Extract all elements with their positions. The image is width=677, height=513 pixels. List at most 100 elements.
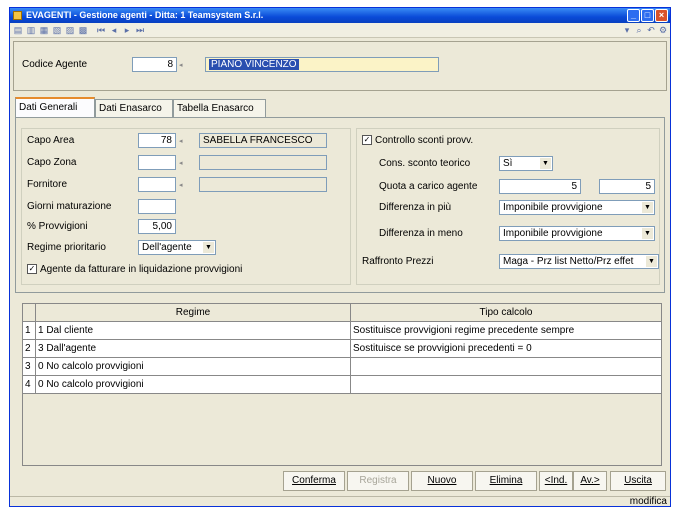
fatturare-checkbox[interactable]: ✓ Agente da fatturare in liquidazione pro… <box>27 264 242 275</box>
next-record-icon[interactable]: ▸ <box>122 25 132 35</box>
grid-header-row: Regime Tipo calcolo <box>22 303 662 322</box>
tab-tabella-enasarco[interactable]: Tabella Enasarco <box>173 99 266 117</box>
undo-icon[interactable]: ↶ <box>646 25 656 35</box>
tab-panel-dati-generali: Capo Area 78 ◂ SABELLA FRANCESCO Capo Zo… <box>15 117 665 293</box>
capo-area-name: SABELLA FRANCESCO <box>199 133 327 148</box>
elimina-button[interactable]: Elimina <box>475 471 537 491</box>
help-icon[interactable]: ▩ <box>78 25 88 35</box>
provvigioni-field[interactable]: 5,00 <box>138 219 176 234</box>
dropdown-icon[interactable]: ▾ <box>622 25 632 35</box>
tipo-calcolo-cell[interactable]: Sostituisce provvigioni regime precedent… <box>350 321 662 340</box>
nuovo-button[interactable]: Nuovo <box>411 471 473 491</box>
prev-index-button[interactable]: <Ind. <box>539 471 573 491</box>
first-record-icon[interactable]: ⏮ <box>96 25 106 35</box>
table-row[interactable]: 2 3 Dall'agente Sostituisce se provvigio… <box>22 339 662 358</box>
capo-area-field[interactable]: 78 <box>138 133 176 148</box>
fornitore-field[interactable] <box>138 177 176 192</box>
uscita-button[interactable]: Uscita <box>610 471 666 491</box>
codice-agente-label: Codice Agente <box>22 59 88 70</box>
agent-name-field: PIANO VINCENZO <box>205 57 439 72</box>
diff-piu-select[interactable]: Imponibile provvigione ▼ <box>499 200 655 215</box>
button-bar: Conferma Registra Nuovo Elimina <Ind. Av… <box>10 466 670 496</box>
raffronto-prezzi-select[interactable]: Maga - Prz list Netto/Prz effet ▼ <box>499 254 659 269</box>
chevron-down-icon: ▼ <box>203 242 214 253</box>
lookup-icon[interactable]: ◂ <box>179 61 183 69</box>
settings-icon[interactable]: ⚙ <box>658 25 668 35</box>
diff-piu-value: Imponibile provvigione <box>503 202 603 213</box>
diff-meno-label: Differenza in meno <box>379 228 463 239</box>
capo-area-label: Capo Area <box>27 135 75 146</box>
capo-zona-field[interactable] <box>138 155 176 170</box>
tab-dati-enasarco[interactable]: Dati Enasarco <box>95 99 173 117</box>
prev-record-icon[interactable]: ◂ <box>109 25 119 35</box>
giorni-maturazione-label: Giorni maturazione <box>27 201 112 212</box>
regime-prioritario-value: Dell'agente <box>142 242 192 253</box>
new-icon[interactable]: ▤ <box>13 25 23 35</box>
quota-agente-field-1[interactable]: 5 <box>499 179 581 194</box>
chevron-down-icon: ▼ <box>646 256 657 267</box>
controllo-sconti-checkbox[interactable]: ✓ Controllo sconti provv. <box>362 135 473 146</box>
capo-zona-label: Capo Zona <box>27 157 77 168</box>
regime-prioritario-select[interactable]: Dell'agente ▼ <box>138 240 216 255</box>
row-number: 2 <box>22 339 36 358</box>
tab-dati-generali[interactable]: Dati Generali <box>15 97 95 118</box>
codice-agente-field[interactable]: 8 <box>132 57 177 72</box>
grid-header-number <box>22 303 36 322</box>
diff-meno-select[interactable]: Imponibile provvigione ▼ <box>499 226 655 241</box>
fornitore-label: Fornitore <box>27 179 68 190</box>
row-number: 1 <box>22 321 36 340</box>
check-icon: ✓ <box>27 264 37 275</box>
controllo-sconti-label: Controllo sconti provv. <box>375 135 474 146</box>
regime-cell[interactable]: 1 Dal cliente <box>35 321 351 340</box>
check-icon: ✓ <box>362 135 372 146</box>
agent-name-text: PIANO VINCENZO <box>209 59 299 70</box>
row-number: 3 <box>22 357 36 376</box>
tipo-calcolo-cell[interactable] <box>350 357 662 376</box>
status-mode: modifica <box>629 496 667 507</box>
main-window: EVAGENTI - Gestione agenti - Ditta: 1 Te… <box>9 7 671 507</box>
chevron-down-icon: ▼ <box>642 202 653 213</box>
app-icon <box>13 11 22 20</box>
raffronto-prezzi-value: Maga - Prz list Netto/Prz effet <box>503 256 634 267</box>
regime-prioritario-label: Regime prioritario <box>27 242 106 253</box>
table-row[interactable]: 3 0 No calcolo provvigioni <box>22 357 662 376</box>
cons-sconto-label: Cons. sconto teorico <box>379 158 471 169</box>
regime-cell[interactable]: 0 No calcolo provvigioni <box>35 375 351 394</box>
window-title: EVAGENTI - Gestione agenti - Ditta: 1 Te… <box>26 10 264 20</box>
regime-cell[interactable]: 3 Dall'agente <box>35 339 351 358</box>
table-row[interactable]: 4 0 No calcolo provvigioni <box>22 375 662 394</box>
chevron-down-icon: ▼ <box>540 158 551 169</box>
capo-zona-lookup-icon[interactable]: ◂ <box>179 159 183 167</box>
chevron-down-icon: ▼ <box>642 228 653 239</box>
fatturare-label: Agente da fatturare in liquidazione prov… <box>40 264 243 275</box>
capo-area-lookup-icon[interactable]: ◂ <box>179 137 183 145</box>
tipo-calcolo-cell[interactable] <box>350 375 662 394</box>
table-row[interactable]: 1 1 Dal cliente Sostituisce provvigioni … <box>22 321 662 340</box>
grid-header-tipo-calcolo[interactable]: Tipo calcolo <box>350 303 662 322</box>
minimize-button[interactable]: _ <box>627 9 640 22</box>
close-button[interactable]: × <box>655 9 668 22</box>
toolbar: ▤ ▥ ▦ ▧ ▨ ▩ ⏮ ◂ ▸ ⏭ ▾ ⌕ ↶ ⚙ <box>10 23 670 38</box>
search-icon[interactable]: ⌕ <box>634 25 644 35</box>
save-icon[interactable]: ▦ <box>39 25 49 35</box>
regime-cell[interactable]: 0 No calcolo provvigioni <box>35 357 351 376</box>
title-bar: EVAGENTI - Gestione agenti - Ditta: 1 Te… <box>10 8 670 23</box>
diff-meno-value: Imponibile provvigione <box>503 228 603 239</box>
quota-agente-field-2[interactable]: 5 <box>599 179 655 194</box>
tipo-calcolo-cell[interactable]: Sostituisce se provvigioni precedenti = … <box>350 339 662 358</box>
cons-sconto-select[interactable]: Sì ▼ <box>499 156 553 171</box>
raffronto-prezzi-label: Raffronto Prezzi <box>362 256 434 267</box>
maximize-button[interactable]: □ <box>641 9 654 22</box>
conferma-button[interactable]: Conferma <box>283 471 345 491</box>
provvigioni-label: % Provvigioni <box>27 221 88 232</box>
next-button[interactable]: Av.> <box>573 471 607 491</box>
registra-button[interactable]: Registra <box>347 471 409 491</box>
giorni-maturazione-field[interactable] <box>138 199 176 214</box>
print-icon[interactable]: ▧ <box>52 25 62 35</box>
grid-header-regime[interactable]: Regime <box>35 303 351 322</box>
fornitore-lookup-icon[interactable]: ◂ <box>179 181 183 189</box>
open-icon[interactable]: ▥ <box>26 25 36 35</box>
preview-icon[interactable]: ▨ <box>65 25 75 35</box>
fornitore-name <box>199 177 327 192</box>
last-record-icon[interactable]: ⏭ <box>135 25 145 35</box>
